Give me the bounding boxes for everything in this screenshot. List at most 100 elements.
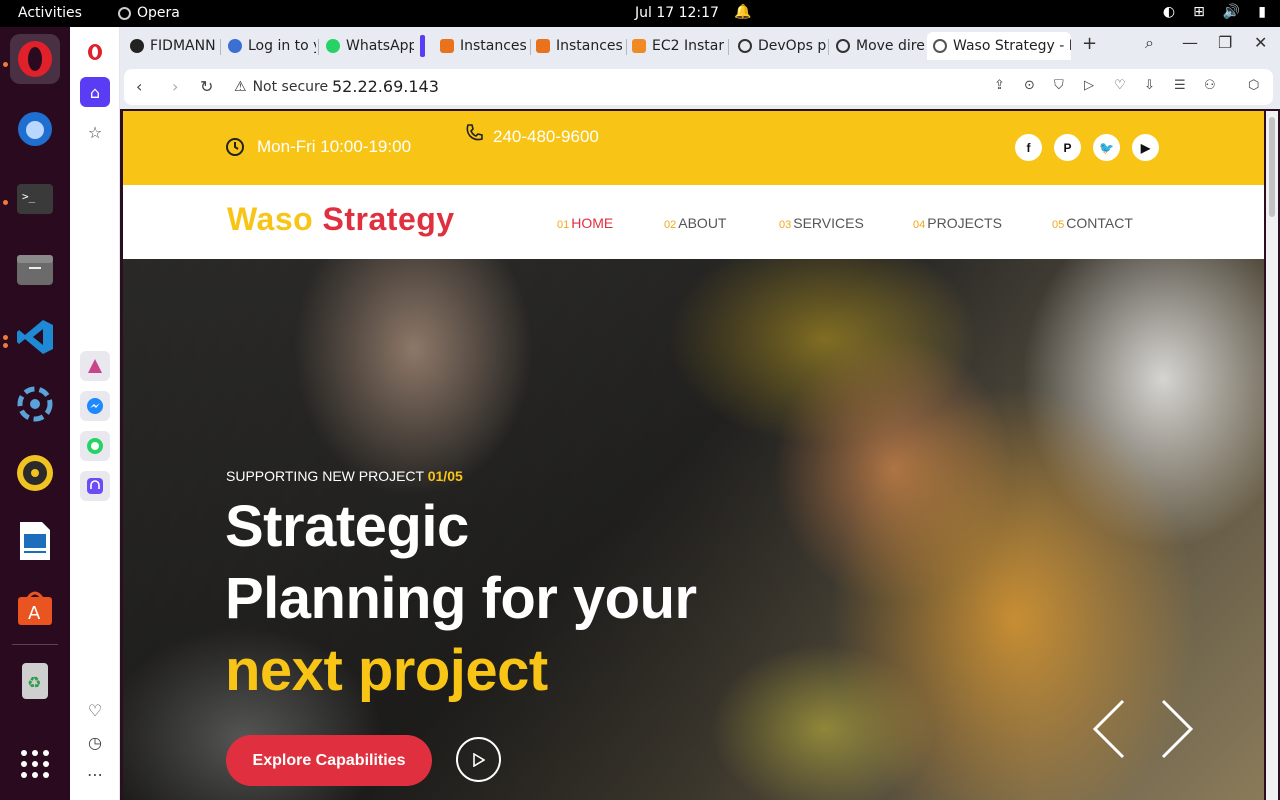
tab-fidmann[interactable]: FIDMANN — [124, 32, 216, 60]
scrollbar-thumb[interactable] — [1269, 117, 1275, 217]
page-scrollbar[interactable] — [1266, 111, 1278, 800]
openai-icon — [738, 39, 752, 53]
close-window-button[interactable]: ✕ — [1254, 33, 1267, 52]
downloads-icon[interactable]: ⇩ — [1144, 78, 1155, 93]
rhythmbox-icon[interactable] — [10, 448, 60, 498]
pinterest-icon[interactable]: P — [1054, 134, 1081, 161]
tab-ec2[interactable]: EC2 Instar — [626, 32, 724, 60]
maximize-button[interactable]: ❐ — [1218, 33, 1232, 52]
tab-whatsapp[interactable]: WhatsApp — [320, 32, 414, 60]
reload-button[interactable]: ↻ — [200, 77, 213, 96]
site-logo[interactable]: Waso Strategy — [227, 201, 455, 238]
notification-bell-icon[interactable]: 🔔 — [734, 4, 751, 20]
share-icon[interactable]: ⇪ — [994, 78, 1005, 93]
tab-waso-strategy[interactable]: Waso Strategy - E — [927, 32, 1071, 60]
vscode-icon[interactable] — [10, 312, 60, 362]
history-clock-icon[interactable]: ◷ — [80, 727, 110, 757]
snapshot-camera-icon[interactable]: ⊙ — [1024, 78, 1035, 93]
running-indicator — [3, 62, 8, 67]
nav-services[interactable]: 03 SERVICES — [779, 215, 864, 231]
profile-icon[interactable]: ⚇ — [1204, 78, 1216, 93]
opera-dock-icon[interactable] — [10, 34, 60, 84]
nav-about[interactable]: 02 ABOUT — [664, 215, 726, 231]
new-tab-button[interactable]: + — [1082, 33, 1097, 54]
app-name: Opera — [137, 5, 180, 21]
back-button[interactable]: ‹ — [136, 77, 142, 96]
svg-text:>_: >_ — [22, 190, 36, 203]
adblock-shield-icon[interactable]: ⛉ — [1054, 78, 1064, 93]
phone-number[interactable]: 240-480-9600 — [465, 123, 615, 150]
music-player-icon[interactable] — [80, 471, 110, 501]
address-bar[interactable]: ‹ › ↻ ⚠ Not secure 52.22.69.143 ⇪ ⊙ ⛉ ▷ … — [124, 69, 1273, 105]
steam-icon[interactable] — [10, 379, 60, 429]
app-center-icon[interactable]: A — [10, 583, 60, 633]
files-icon[interactable] — [10, 244, 60, 294]
aws-cube-icon — [632, 39, 646, 53]
tab-strip: FIDMANN Log in to y WhatsApp Instances I… — [120, 27, 1280, 63]
hero-slider: SUPPORTING NEW PROJECT 01/05 Strategic P… — [123, 259, 1264, 800]
more-options-icon[interactable]: ⋯ — [80, 759, 110, 789]
tab-move-dire[interactable]: Move dire — [830, 32, 926, 60]
whatsapp-sidebar-icon[interactable] — [80, 431, 110, 461]
system-top-bar: Activities Opera Jul 17 12:17 🔔 ◐ ⊞ 🔊 ▮ — [0, 0, 1280, 27]
system-tray[interactable]: ◐ ⊞ 🔊 ▮ — [1163, 4, 1266, 20]
forward-button[interactable]: › — [172, 77, 178, 96]
tab-group-marker — [420, 35, 425, 57]
home-icon[interactable]: ⌂ — [80, 77, 110, 107]
messenger-icon[interactable] — [80, 391, 110, 421]
network-icon[interactable]: ⊞ — [1193, 4, 1205, 20]
opera-sidebar: ⌂ ☆ ♡ ◷ ⋯ — [70, 27, 120, 800]
volume-icon[interactable]: 🔊 — [1223, 4, 1240, 20]
play-icon — [472, 752, 485, 767]
video-popout-icon[interactable]: ▷ — [1084, 78, 1094, 93]
favorite-heart-icon[interactable]: ♡ — [1114, 78, 1126, 93]
tab-instances-1[interactable]: Instances — [434, 32, 526, 60]
slider-next-arrow[interactable] — [1159, 699, 1195, 759]
office-hours: Mon-Fri 10:00-19:00 — [225, 137, 411, 157]
slide-counter: 01/05 — [427, 468, 463, 484]
clock[interactable]: Jul 17 12:17 — [635, 5, 719, 21]
tab-search-icon[interactable]: ⌕ — [1145, 33, 1154, 53]
hero-headline: Strategic Planning for your next project — [225, 494, 697, 703]
nav-contact[interactable]: 05 CONTACT — [1052, 215, 1133, 231]
minimize-button[interactable]: — — [1182, 33, 1198, 52]
extensions-cube-icon[interactable]: ⬡ — [1248, 78, 1259, 93]
clock-icon — [226, 138, 244, 156]
tab-login[interactable]: Log in to y — [222, 32, 316, 60]
app-menu[interactable]: Opera — [118, 5, 180, 21]
youtube-icon[interactable]: ▶ — [1132, 134, 1159, 161]
terminal-icon[interactable]: >_ — [10, 174, 60, 224]
easy-setup-icon[interactable]: ☰ — [1174, 78, 1186, 93]
battery-icon[interactable]: ▮ — [1258, 4, 1266, 20]
bookmarks-star-icon[interactable]: ☆ — [80, 117, 110, 147]
opera-menu-icon[interactable] — [80, 37, 110, 67]
nav-home[interactable]: 01 HOME — [557, 215, 613, 231]
thunderbird-icon[interactable] — [10, 104, 60, 154]
nav-projects[interactable]: 04 PROJECTS — [913, 215, 1002, 231]
facebook-icon[interactable]: f — [1015, 134, 1042, 161]
address-bar-area: ‹ › ↻ ⚠ Not secure 52.22.69.143 ⇪ ⊙ ⛉ ▷ … — [120, 63, 1280, 109]
my-flow-heart-icon[interactable]: ♡ — [80, 695, 110, 725]
opera-small-icon — [118, 6, 131, 20]
steam-tray-icon[interactable]: ◐ — [1163, 4, 1175, 20]
twitter-icon[interactable]: 🐦 — [1093, 134, 1120, 161]
security-indicator[interactable]: ⚠ Not secure — [234, 79, 328, 95]
warning-icon: ⚠ — [234, 79, 247, 95]
info-bar: Mon-Fri 10:00-19:00 240-480-9600 f P 🐦 ▶ — [123, 111, 1264, 185]
show-apps-grid-icon[interactable] — [10, 739, 60, 789]
url-field[interactable]: 52.22.69.143 — [332, 77, 439, 96]
tab-instances-2[interactable]: Instances — [530, 32, 622, 60]
activities-button[interactable]: Activities — [18, 5, 82, 21]
running-indicator — [3, 343, 8, 348]
site-navbar: Waso Strategy 01 HOME 02 ABOUT 03 SERVICES … — [123, 185, 1264, 259]
slider-prev-arrow[interactable] — [1091, 699, 1127, 759]
play-video-button[interactable] — [456, 737, 501, 782]
hero-eyebrow: SUPPORTING NEW PROJECT 01/05 — [226, 468, 463, 484]
phone-icon — [465, 123, 493, 150]
aria-ai-icon[interactable] — [80, 351, 110, 381]
explore-capabilities-button[interactable]: Explore Capabilities — [226, 735, 432, 786]
dock-separator — [12, 644, 58, 645]
tab-devops[interactable]: DevOps p — [732, 32, 828, 60]
writer-icon[interactable] — [10, 516, 60, 566]
trash-icon[interactable]: ♻ — [10, 655, 60, 705]
